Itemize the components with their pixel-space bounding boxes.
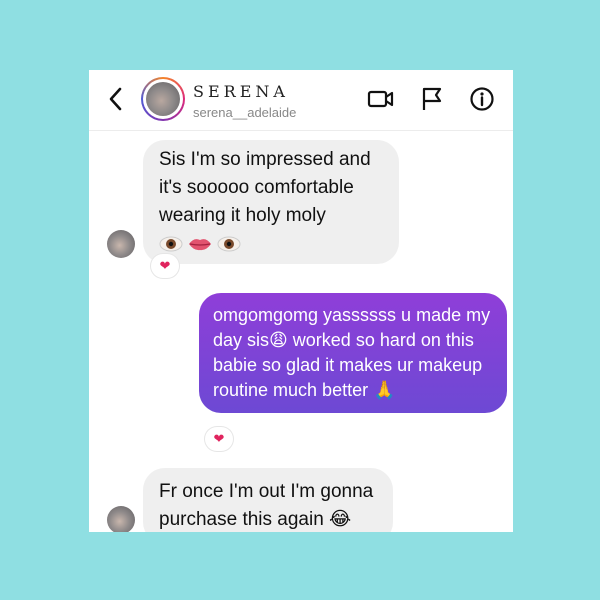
- profile-avatar[interactable]: [141, 77, 185, 121]
- outgoing-message[interactable]: omgomgomg yassssss u made my day sis😩 wo…: [199, 293, 507, 413]
- incoming-message[interactable]: Fr once I'm out I'm gonna purchase this …: [143, 468, 393, 532]
- dm-header: SERENA serena__adelaide: [89, 70, 513, 131]
- incoming-message[interactable]: Sis I'm so impressed and it's sooooo com…: [143, 140, 399, 264]
- lips-emoji: [189, 239, 211, 251]
- dm-window: SERENA serena__adelaide Sis I'm so impre…: [89, 70, 513, 532]
- heart-reaction[interactable]: ❤: [151, 254, 179, 278]
- emoji-row: [159, 234, 383, 254]
- message-text: Sis I'm so impressed and it's sooooo com…: [159, 149, 371, 226]
- back-chevron-icon[interactable]: [105, 86, 127, 112]
- flag-icon[interactable]: [419, 86, 445, 112]
- contact-name[interactable]: SERENA: [193, 82, 289, 101]
- heart-reaction[interactable]: ❤: [205, 427, 233, 451]
- info-icon[interactable]: [469, 86, 495, 112]
- message-text: omgomgomg yassssss u made my day sis😩 wo…: [213, 305, 491, 400]
- avatar-image: [146, 82, 180, 116]
- eye-emoji: [159, 236, 183, 252]
- sender-avatar[interactable]: [107, 230, 135, 258]
- message-text: Fr once I'm out I'm gonna purchase this …: [159, 481, 374, 530]
- video-call-icon[interactable]: [367, 86, 394, 112]
- contact-handle: serena__adelaide: [193, 105, 297, 120]
- eye-emoji: [217, 236, 241, 252]
- sender-avatar[interactable]: [107, 506, 135, 532]
